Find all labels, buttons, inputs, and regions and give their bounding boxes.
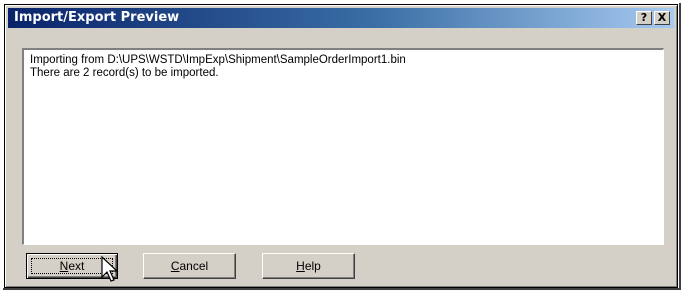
title-help-button[interactable]: ?: [636, 11, 652, 25]
help-label-rest: elp: [304, 259, 321, 273]
cancel-button[interactable]: Cancel: [143, 253, 236, 279]
log-line-record-count: There are 2 record(s) to be imported.: [30, 67, 219, 79]
import-log-textarea[interactable]: Importing from D:\UPS\WSTD\ImpExp\Shipme…: [22, 48, 664, 245]
next-button-label: Next: [60, 259, 85, 273]
title-bar[interactable]: Import/Export Preview ? X: [8, 8, 674, 28]
next-label-rest: ext: [68, 259, 85, 273]
log-line-source: Importing from D:\UPS\WSTD\ImpExp\Shipme…: [30, 54, 406, 66]
help-button[interactable]: Help: [262, 253, 355, 279]
cancel-button-label: Cancel: [171, 259, 208, 273]
cancel-label-rest: ancel: [179, 259, 209, 273]
close-button[interactable]: X: [654, 11, 670, 25]
arrow-pointer-icon: [101, 255, 119, 282]
help-button-label: Help: [296, 259, 321, 273]
help-mnemonic: H: [296, 259, 305, 273]
window-title: Import/Export Preview: [14, 10, 180, 25]
